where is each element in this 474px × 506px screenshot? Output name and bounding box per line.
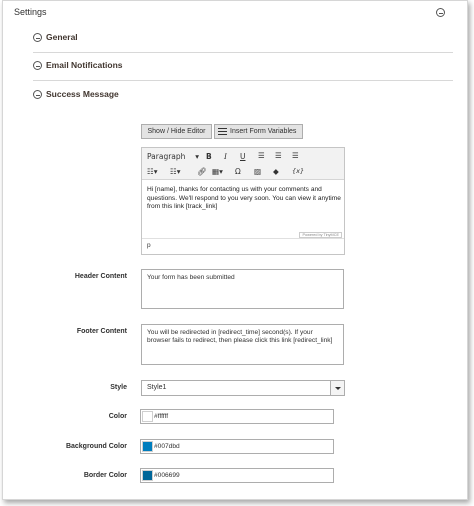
collapse-icon[interactable] <box>33 61 42 70</box>
color-value: #ffffff <box>154 413 169 420</box>
link-icon[interactable]: 🔗︎ <box>197 167 207 176</box>
collapse-icon[interactable] <box>33 33 42 42</box>
border-color-input[interactable]: #006699 <box>140 468 334 483</box>
section-label: General <box>46 32 78 42</box>
italic-icon[interactable]: I <box>224 152 227 161</box>
color-input[interactable]: #ffffff <box>140 409 334 424</box>
bold-icon[interactable]: B <box>206 152 212 161</box>
background-color-input[interactable]: #007dbd <box>140 439 334 454</box>
table-icon[interactable]: ▦▾ <box>212 167 223 176</box>
bullet-list-icon[interactable]: ☷▾ <box>147 167 158 176</box>
image-icon[interactable]: ▨ <box>254 167 261 176</box>
collapse-icon[interactable] <box>33 90 42 99</box>
section-success-message[interactable]: Success Message <box>33 82 453 110</box>
border-color-label: Border Color <box>83 472 127 479</box>
page-title: Settings <box>14 7 47 17</box>
list-icon <box>218 128 227 135</box>
background-color-label: Background Color <box>65 443 127 450</box>
style-label: Style <box>110 384 127 391</box>
section-label: Email Notifications <box>46 60 123 70</box>
background-color-value: #007dbd <box>154 443 180 450</box>
header-content-label: Header Content <box>74 273 127 280</box>
special-char-icon[interactable]: Ω <box>235 167 241 176</box>
element-path[interactable]: p <box>147 242 151 249</box>
background-color-swatch[interactable] <box>142 441 153 452</box>
collapse-icon[interactable] <box>436 8 445 17</box>
chevron-down-icon: ▾ <box>195 152 199 161</box>
color-swatch[interactable] <box>142 411 153 422</box>
rich-text-editor[interactable]: Paragraph ▾ B I U ☰ ☰ ☰ ☷▾ ☷▾ 🔗︎ ▦▾ Ω ▨ … <box>141 147 345 255</box>
section-email-notifications[interactable]: Email Notifications <box>33 53 453 81</box>
align-left-icon[interactable]: ☰ <box>258 151 265 160</box>
align-center-icon[interactable]: ☰ <box>275 151 282 160</box>
border-color-value: #006699 <box>154 472 180 479</box>
style-select-value: Style1 <box>147 384 167 391</box>
header-content-textarea[interactable]: Your form has been submitted <box>141 269 344 309</box>
style-select[interactable]: Style1 <box>141 380 345 396</box>
border-color-swatch[interactable] <box>142 470 153 481</box>
chevron-down-icon[interactable] <box>330 381 344 395</box>
show-hide-editor-button[interactable]: Show / Hide Editor <box>141 124 212 139</box>
section-general[interactable]: General <box>33 25 453 53</box>
color-label: Color <box>108 413 127 420</box>
editor-statusbar: p <box>142 238 344 254</box>
settings-panel: Settings General Email Notifications Suc… <box>2 0 468 500</box>
numbered-list-icon[interactable]: ☷▾ <box>170 167 181 176</box>
insert-form-variables-button[interactable]: Insert Form Variables <box>214 124 303 139</box>
editor-content[interactable]: Hi [name], thanks for contacting us with… <box>147 186 342 212</box>
format-select-value: Paragraph <box>147 152 186 161</box>
variable-icon[interactable]: {x} <box>292 167 304 175</box>
section-label: Success Message <box>46 89 119 99</box>
footer-content-textarea[interactable]: You will be redirected in [redirect_time… <box>141 324 344 365</box>
insert-form-variables-label: Insert Form Variables <box>230 128 297 135</box>
align-right-icon[interactable]: ☰ <box>292 151 299 160</box>
footer-content-label: Footer Content <box>76 328 127 335</box>
widget-icon[interactable]: ◆ <box>273 167 279 176</box>
underline-icon[interactable]: U <box>240 152 246 161</box>
format-select[interactable]: Paragraph ▾ <box>147 152 199 161</box>
editor-toolbar: Paragraph ▾ B I U ☰ ☰ ☰ ☷▾ ☷▾ 🔗︎ ▦▾ Ω ▨ … <box>142 148 344 180</box>
